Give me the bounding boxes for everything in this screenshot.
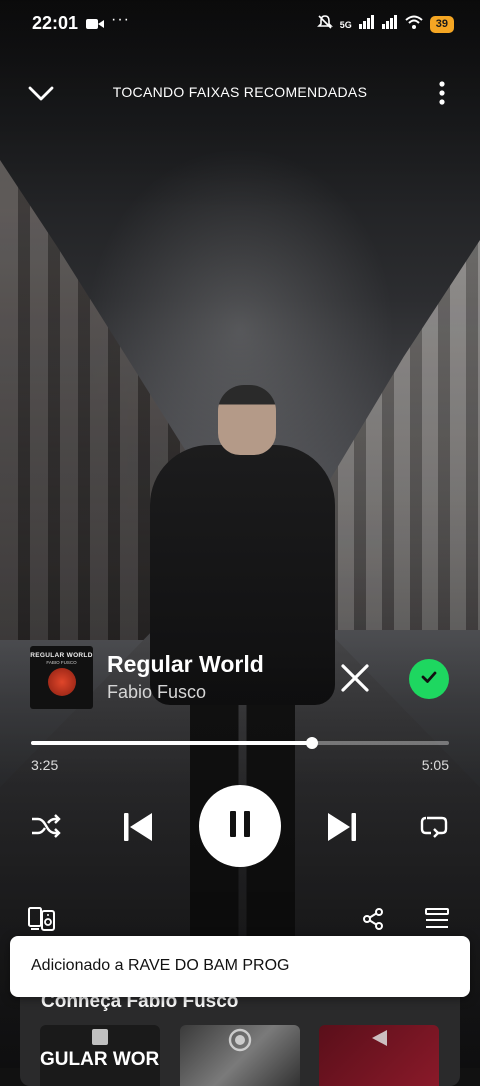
playback-controls	[0, 784, 480, 868]
cover-artist: FABIO FUSCO	[46, 660, 77, 665]
video-camera-icon	[86, 17, 104, 35]
song-title[interactable]: Regular World	[107, 651, 264, 678]
player-footer-actions	[0, 902, 480, 938]
playing-context-title: TOCANDO FAIXAS RECOMENDADAS	[112, 84, 368, 100]
artist-video-thumbnail-3[interactable]	[319, 1025, 439, 1086]
signal-icon-2	[381, 15, 398, 34]
skip-previous-icon[interactable]	[117, 806, 159, 848]
track-info: REGULAR WORLD FABIO FUSCO Regular World …	[30, 646, 450, 710]
song-artist[interactable]: Fabio Fusco	[107, 682, 206, 703]
share-icon[interactable]	[361, 907, 385, 936]
bell-muted-icon	[316, 14, 333, 35]
devices-icon[interactable]	[28, 906, 56, 937]
network-type: 5G	[339, 19, 352, 30]
status-bar: 22:01 ··· 5G 39	[0, 0, 480, 46]
artist-video-thumbnail-2[interactable]	[180, 1025, 300, 1086]
queue-icon[interactable]	[425, 908, 449, 935]
total-duration: 5:05	[421, 757, 449, 773]
wifi-icon	[405, 15, 423, 34]
signal-icon	[358, 15, 375, 34]
play-pause-button[interactable]	[199, 785, 281, 867]
play-back-icon	[369, 1028, 389, 1053]
progress-fill	[31, 741, 312, 745]
player-header: TOCANDO FAIXAS RECOMENDADAS	[0, 72, 480, 114]
artist-video-thumbnail-1[interactable]: GULAR WOR	[40, 1025, 160, 1086]
more-vertical-icon[interactable]	[436, 78, 448, 113]
cover-title: REGULAR WORLD	[30, 652, 93, 659]
battery-indicator: 39	[429, 16, 454, 33]
progress-bar[interactable]	[31, 737, 449, 749]
repeat-icon[interactable]	[416, 808, 452, 844]
status-more-dots: ···	[111, 11, 130, 28]
snackbar-message: Adicionado a RAVE DO BAM PROG	[31, 957, 290, 974]
record-icon	[228, 1028, 252, 1057]
album-cover-thumbnail[interactable]: REGULAR WORLD FABIO FUSCO	[30, 646, 93, 709]
liked-check-button[interactable]	[409, 659, 449, 699]
check-icon	[419, 667, 439, 692]
elapsed-time: 3:25	[31, 757, 59, 773]
shuffle-icon[interactable]	[28, 808, 64, 844]
snackbar-toast[interactable]: Adicionado a RAVE DO BAM PROG	[10, 936, 470, 997]
stop-icon	[91, 1028, 109, 1051]
close-icon[interactable]	[335, 658, 375, 698]
skip-next-icon[interactable]	[321, 806, 363, 848]
pause-icon	[227, 810, 253, 843]
progress-scrubber[interactable]	[305, 737, 318, 749]
cover-art-sun	[48, 668, 76, 696]
status-time: 22:01	[32, 13, 79, 33]
